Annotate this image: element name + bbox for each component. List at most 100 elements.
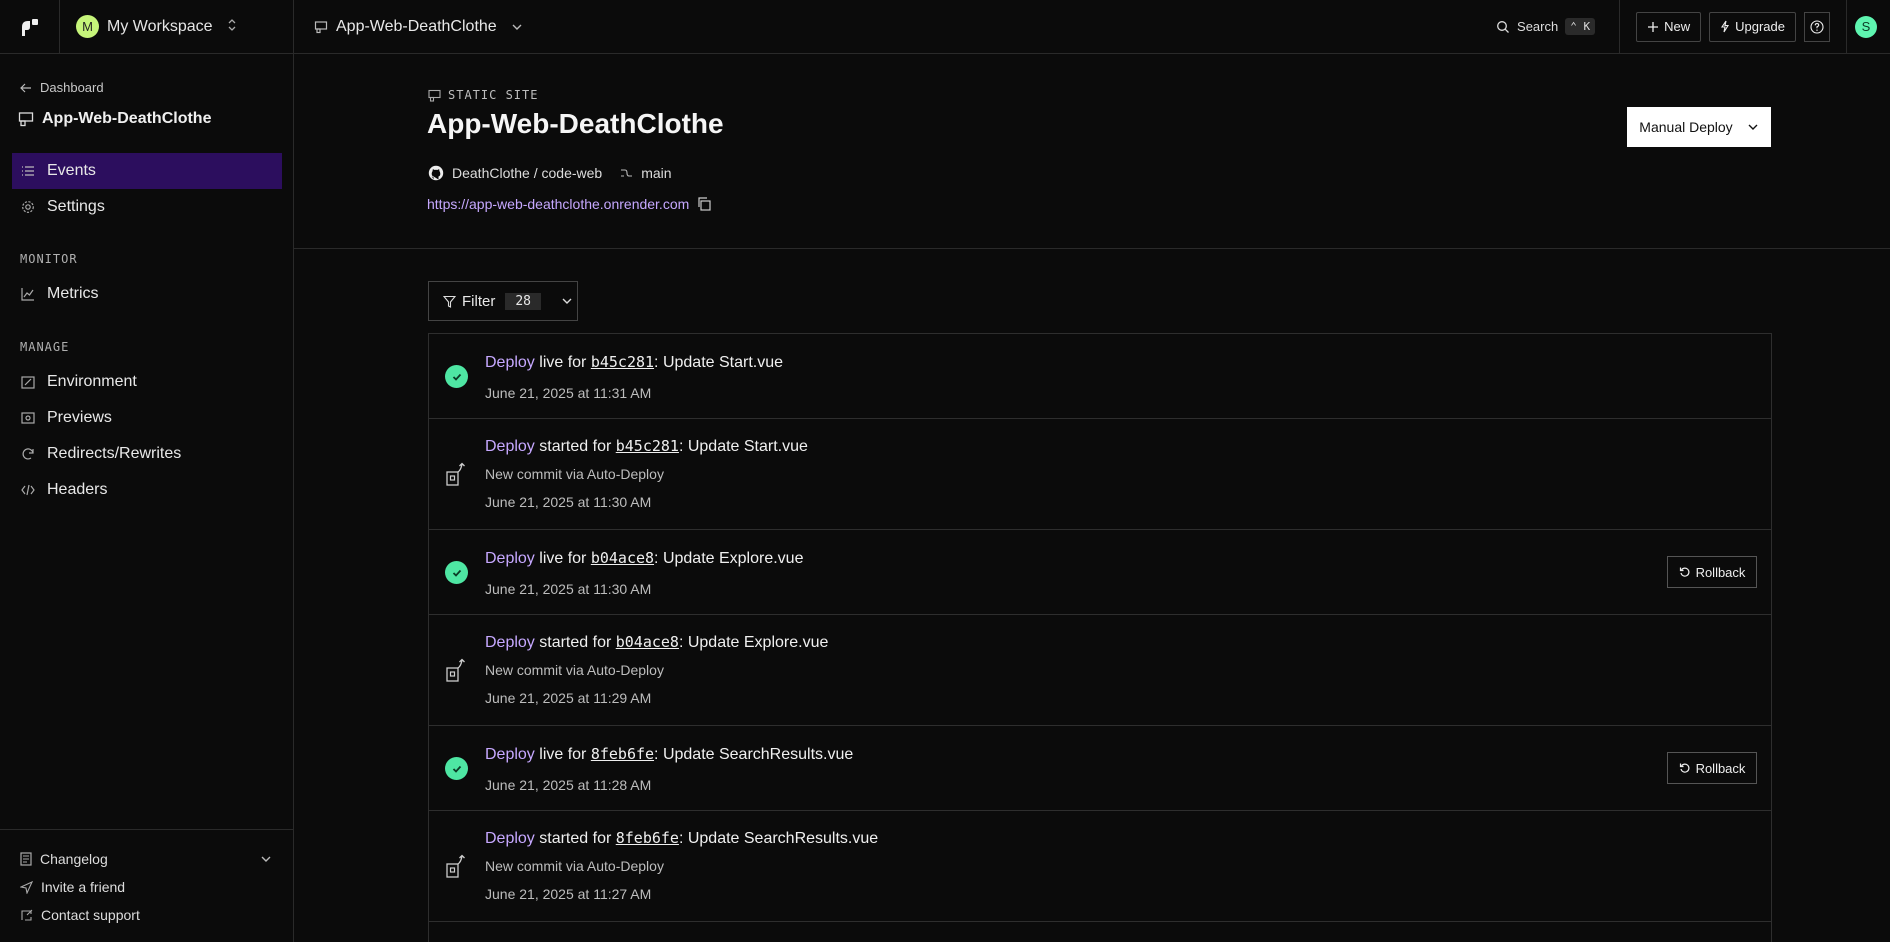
commit-message: : Update SearchResults.vue — [678, 830, 879, 847]
page-title: App-Web-DeathClothe — [427, 108, 724, 139]
event-title: Deploy started for b04ace8: Update Explo… — [485, 633, 828, 652]
search-button[interactable]: Search ⌃ K — [1496, 18, 1619, 35]
commit-message: : Update SearchResults.vue — [654, 746, 854, 763]
commit-hash-link[interactable]: 8feb6fe — [591, 745, 654, 763]
deploy-link[interactable]: Deploy — [485, 830, 535, 847]
rollback-label: Rollback — [1695, 760, 1746, 776]
events-list: Deploy live for b45c281: Update Start.vu… — [428, 333, 1772, 942]
service-url-link[interactable]: https://app-web-deathclothe.onrender.com — [427, 196, 711, 212]
changelog-label: Changelog — [40, 851, 108, 867]
event-status: live for — [534, 550, 591, 567]
search-icon — [1496, 20, 1510, 34]
sidebar-service-title: App-Web-DeathClothe — [18, 110, 211, 128]
search-shortcut: ⌃ K — [1565, 18, 1596, 35]
help-icon — [1810, 19, 1824, 34]
event-subtitle: New commit via Auto-Deploy — [485, 662, 664, 678]
chevron-down-icon — [1747, 121, 1759, 133]
event-row: Deploy started for b04ace8: Update Explo… — [429, 615, 1771, 726]
chart-icon — [21, 287, 35, 301]
invite-friend-link[interactable]: Invite a friend — [20, 879, 125, 895]
commit-message: : Update Explore.vue — [678, 634, 829, 651]
filter-count-badge: 28 — [505, 292, 541, 310]
divider — [1846, 0, 1847, 54]
chevron-up-down-icon — [227, 18, 237, 35]
changelog-toggle[interactable]: Changelog — [20, 851, 272, 867]
divider — [1619, 0, 1621, 54]
sidebar: Dashboard App-Web-DeathClothe Events Set… — [0, 54, 294, 942]
filter-icon — [443, 295, 456, 308]
github-icon — [428, 165, 444, 181]
commit-message: : Update Explore.vue — [654, 550, 804, 567]
section-label-monitor: MONITOR — [20, 252, 78, 266]
repo-link[interactable]: DeathClothe / code-web — [452, 165, 602, 181]
filter-button[interactable]: Filter 28 — [428, 281, 578, 321]
sidebar-item-environment[interactable]: Environment — [12, 364, 282, 400]
event-subtitle: New commit via Auto-Deploy — [485, 466, 664, 482]
sidebar-item-metrics[interactable]: Metrics — [12, 276, 282, 312]
workspace-avatar: M — [76, 15, 99, 38]
event-time: June 21, 2025 at 11:28 AM — [485, 777, 652, 793]
code-icon — [21, 484, 35, 496]
sidebar-item-events[interactable]: Events — [12, 153, 282, 189]
user-avatar[interactable]: S — [1855, 15, 1877, 38]
event-row: Deploy started for b45c281: Update Start… — [429, 419, 1771, 530]
copy-icon[interactable] — [697, 197, 711, 211]
branch-icon — [620, 168, 633, 178]
event-subtitle: New commit via Auto-Deploy — [485, 858, 664, 874]
arrow-left-icon — [20, 83, 32, 93]
deploy-link[interactable]: Deploy — [485, 550, 535, 567]
static-site-icon — [428, 89, 441, 102]
contact-support-link[interactable]: Contact support — [20, 907, 140, 923]
commit-message: : Update Start.vue — [654, 354, 784, 371]
commit-hash-link[interactable]: b45c281 — [616, 437, 679, 455]
help-button[interactable] — [1804, 11, 1830, 42]
new-button[interactable]: New — [1636, 11, 1702, 42]
search-label: Search — [1517, 19, 1559, 34]
commit-hash-link[interactable]: b04ace8 — [591, 549, 654, 567]
workspace-switcher[interactable]: M My Workspace — [60, 0, 294, 54]
event-time: June 21, 2025 at 11:27 AM — [485, 886, 652, 902]
sidebar-item-settings[interactable]: Settings — [12, 189, 282, 225]
chevron-down-icon — [260, 853, 272, 865]
deploy-link[interactable]: Deploy — [485, 438, 535, 455]
invite-friend-label: Invite a friend — [41, 879, 126, 895]
sidebar-item-redirects[interactable]: Redirects/Rewrites — [12, 436, 282, 472]
commit-hash-link[interactable]: 8feb6fe — [616, 829, 679, 847]
commit-hash-link[interactable]: b45c281 — [591, 353, 654, 371]
service-kind-label: STATIC SITE — [448, 88, 539, 102]
sidebar-footer-divider — [0, 829, 293, 830]
commit-hash-link[interactable]: b04ace8 — [616, 633, 679, 651]
back-to-dashboard-link[interactable]: Dashboard — [20, 80, 104, 95]
deploy-start-icon — [445, 854, 467, 884]
event-row: Deploy started for 8feb6fe: Update Searc… — [429, 811, 1771, 922]
deploy-link[interactable]: Deploy — [485, 354, 535, 371]
workspace-name: My Workspace — [107, 17, 213, 35]
event-status: started for — [534, 830, 616, 847]
deploy-link[interactable]: Deploy — [485, 746, 535, 763]
sidebar-item-headers[interactable]: Headers — [12, 472, 282, 508]
gear-icon — [21, 200, 35, 214]
rollback-button[interactable]: Rollback — [1667, 752, 1757, 784]
rollback-button[interactable]: Rollback — [1667, 556, 1757, 588]
manual-deploy-button[interactable]: Manual Deploy — [1627, 107, 1771, 147]
plus-icon — [1647, 21, 1659, 33]
upgrade-button[interactable]: Upgrade — [1709, 11, 1796, 42]
branch-name: main — [641, 165, 672, 181]
event-title: Deploy live for b04ace8: Update Explore.… — [485, 549, 803, 568]
render-logo[interactable] — [0, 0, 60, 54]
deploy-link[interactable]: Deploy — [485, 634, 535, 651]
chevron-down-icon — [511, 21, 523, 33]
rollback-icon — [1679, 762, 1691, 774]
event-time: June 21, 2025 at 11:30 AM — [485, 581, 652, 597]
sidebar-item-previews[interactable]: Previews — [12, 400, 282, 436]
rollback-label: Rollback — [1695, 564, 1746, 580]
new-button-label: New — [1664, 19, 1691, 34]
chevron-down-icon — [561, 295, 573, 307]
event-status: live for — [534, 354, 591, 371]
contact-support-label: Contact support — [41, 907, 140, 923]
service-selector[interactable]: App-Web-DeathClothe — [294, 18, 523, 36]
service-header: STATIC SITE App-Web-DeathClothe DeathClo… — [294, 54, 1890, 249]
send-icon — [20, 880, 33, 894]
support-icon — [20, 909, 33, 922]
sidebar-item-label: Settings — [47, 198, 105, 215]
